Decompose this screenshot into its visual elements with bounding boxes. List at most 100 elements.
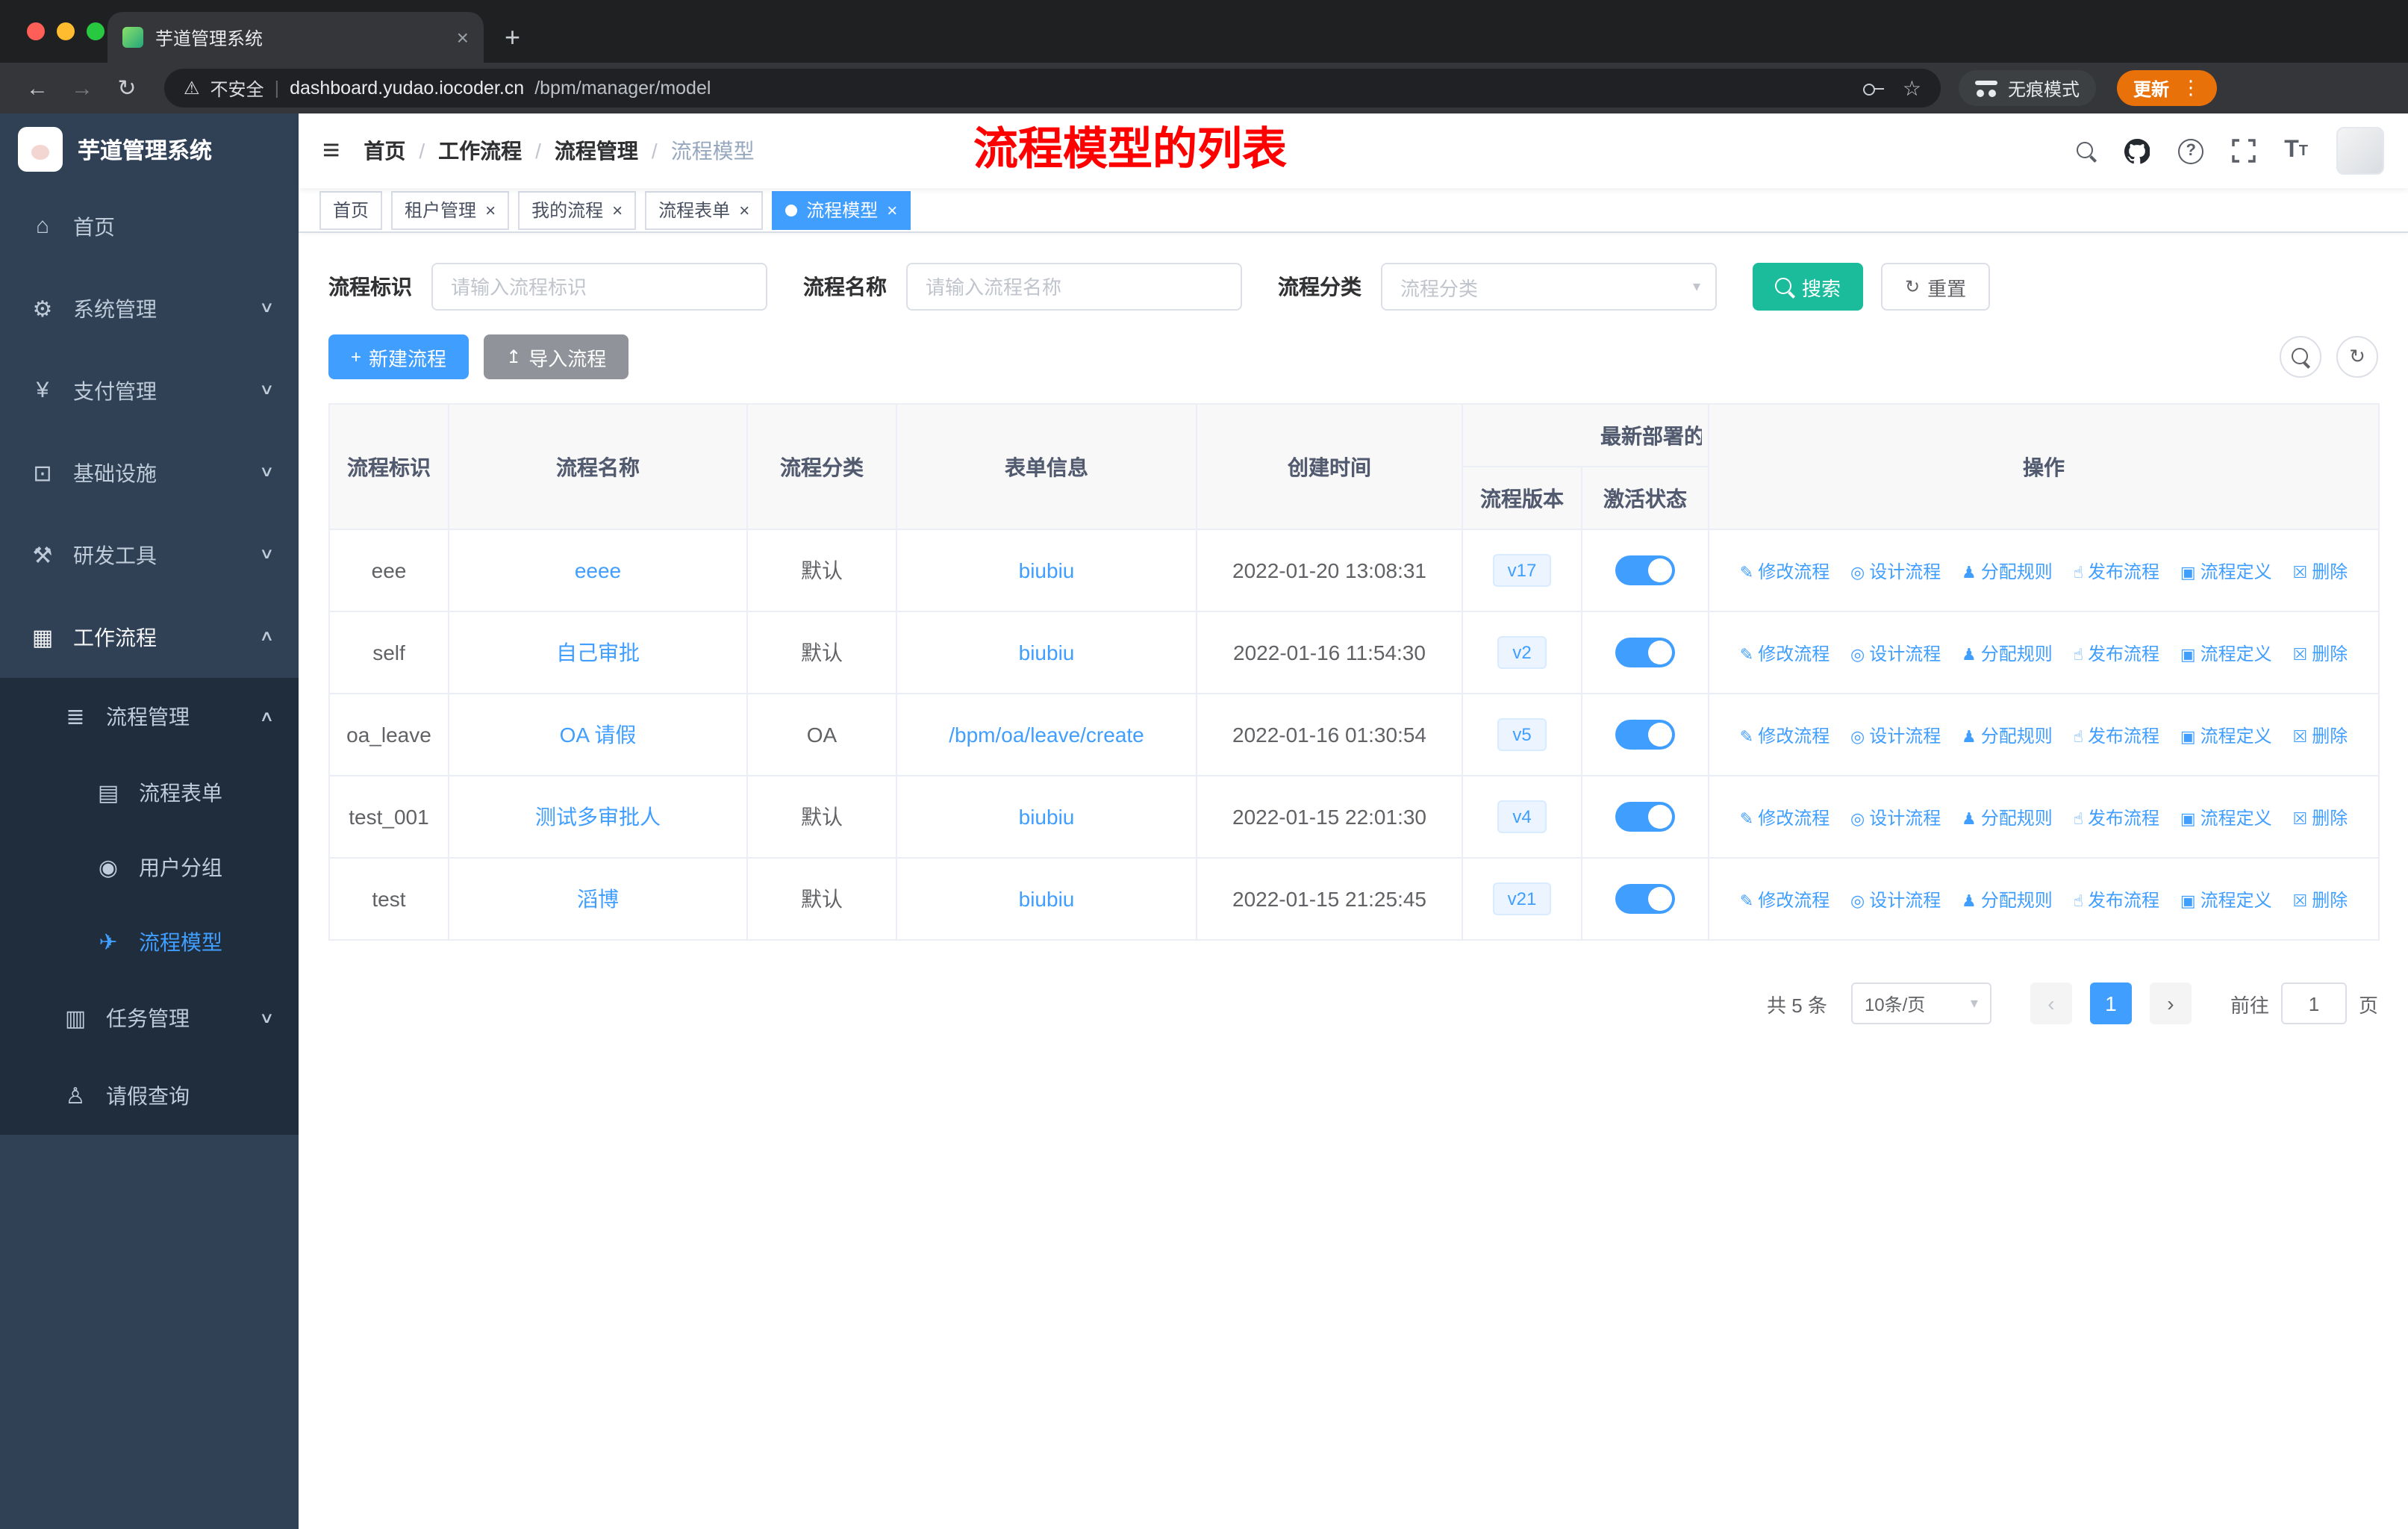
tab-close-icon[interactable]: ×: [457, 27, 469, 48]
status-toggle[interactable]: [1615, 555, 1675, 585]
sidebar-collapse-icon[interactable]: ≡: [322, 134, 340, 168]
import-process-button[interactable]: ↥ 导入流程: [484, 334, 629, 379]
sidebar-item-process-manage[interactable]: ≣ 流程管理 ∧: [0, 678, 299, 756]
address-bar[interactable]: ⚠ 不安全 | dashboard.yudao.iocoder.cn/bpm/m…: [164, 69, 1941, 108]
delete-action[interactable]: ☒ 删除: [2292, 807, 2348, 828]
status-toggle[interactable]: [1615, 638, 1675, 667]
close-icon[interactable]: ×: [887, 199, 897, 220]
edit-process-action[interactable]: ✎ 修改流程: [1740, 643, 1830, 664]
browser-menu-icon[interactable]: ⋮: [2181, 76, 2200, 100]
delete-action[interactable]: ☒ 删除: [2292, 889, 2348, 910]
user-avatar[interactable]: [2336, 127, 2384, 175]
publish-process-action[interactable]: ☝ 发布流程: [2074, 561, 2159, 582]
page-1-button[interactable]: 1: [2089, 983, 2132, 1024]
sidebar-item-process-form[interactable]: ▤ 流程表单: [0, 756, 299, 830]
password-key-icon[interactable]: [1863, 78, 1885, 99]
sidebar-item-home[interactable]: ⌂ 首页: [0, 185, 299, 267]
assign-rule-action[interactable]: ♟ 分配规则: [1962, 807, 2053, 828]
reload-button[interactable]: ↻: [107, 75, 146, 102]
publish-process-action[interactable]: ☝ 发布流程: [2074, 725, 2159, 746]
design-process-action[interactable]: ◎ 设计流程: [1850, 725, 1941, 746]
status-toggle[interactable]: [1615, 802, 1675, 832]
process-definition-action[interactable]: ▣ 流程定义: [2180, 561, 2272, 582]
breadcrumb-workflow[interactable]: 工作流程: [438, 136, 522, 166]
new-tab-button[interactable]: +: [505, 24, 520, 51]
breadcrumb-process-manage[interactable]: 流程管理: [555, 136, 638, 166]
category-select[interactable]: 流程分类 ▾: [1381, 263, 1717, 311]
sidebar-item-payment[interactable]: ¥ 支付管理 ∨: [0, 349, 299, 432]
refresh-table-button[interactable]: ↻: [2336, 336, 2378, 378]
sidebar-logo[interactable]: 芋道管理系统: [0, 113, 299, 185]
window-close-button[interactable]: [27, 22, 45, 40]
process-definition-action[interactable]: ▣ 流程定义: [2180, 807, 2272, 828]
assign-rule-action[interactable]: ♟ 分配规则: [1962, 643, 2053, 664]
sidebar-item-infrastructure[interactable]: ⊡ 基础设施 ∨: [0, 432, 299, 514]
tag-process-model[interactable]: 流程模型 ×: [772, 190, 911, 229]
publish-process-action[interactable]: ☝ 发布流程: [2074, 889, 2159, 910]
design-process-action[interactable]: ◎ 设计流程: [1850, 807, 1941, 828]
delete-action[interactable]: ☒ 删除: [2292, 725, 2348, 746]
delete-action[interactable]: ☒ 删除: [2292, 643, 2348, 664]
tag-tenant-manage[interactable]: 租户管理 ×: [391, 190, 510, 229]
fullscreen-icon[interactable]: [2232, 139, 2256, 163]
github-icon[interactable]: [2124, 138, 2150, 164]
sidebar-item-user-group[interactable]: ◉ 用户分组: [0, 830, 299, 905]
tag-process-form[interactable]: 流程表单 ×: [645, 190, 764, 229]
sidebar-item-task-manage[interactable]: ▥ 任务管理 ∨: [0, 980, 299, 1057]
form-link[interactable]: biubiu: [1019, 641, 1075, 664]
process-definition-action[interactable]: ▣ 流程定义: [2180, 643, 2272, 664]
font-size-icon[interactable]: TT: [2284, 137, 2308, 164]
edit-process-action[interactable]: ✎ 修改流程: [1740, 561, 1830, 582]
form-link[interactable]: biubiu: [1019, 558, 1075, 582]
browser-update-button[interactable]: 更新 ⋮: [2117, 70, 2218, 106]
tag-my-process[interactable]: 我的流程 ×: [518, 190, 637, 229]
close-icon[interactable]: ×: [612, 199, 623, 220]
edit-process-action[interactable]: ✎ 修改流程: [1740, 807, 1830, 828]
breadcrumb-home[interactable]: 首页: [364, 136, 405, 166]
prev-page-button[interactable]: ‹: [2030, 983, 2072, 1024]
status-toggle[interactable]: [1615, 884, 1675, 914]
show-search-button[interactable]: [2280, 336, 2321, 378]
process-id-input[interactable]: [431, 263, 767, 311]
delete-action[interactable]: ☒ 删除: [2292, 561, 2348, 582]
page-size-select[interactable]: 10条/页 ▾: [1850, 983, 1991, 1024]
help-icon[interactable]: ?: [2178, 138, 2204, 164]
process-definition-action[interactable]: ▣ 流程定义: [2180, 725, 2272, 746]
search-icon[interactable]: [2077, 141, 2096, 161]
model-name-link[interactable]: eeee: [575, 558, 621, 582]
form-link[interactable]: biubiu: [1019, 805, 1075, 829]
sidebar-item-system[interactable]: ⚙ 系统管理 ∨: [0, 267, 299, 349]
assign-rule-action[interactable]: ♟ 分配规则: [1962, 725, 2053, 746]
edit-process-action[interactable]: ✎ 修改流程: [1740, 725, 1830, 746]
create-process-button[interactable]: + 新建流程: [328, 334, 470, 379]
publish-process-action[interactable]: ☝ 发布流程: [2074, 807, 2159, 828]
model-name-link[interactable]: 自己审批: [556, 641, 640, 664]
sidebar-item-process-model[interactable]: ✈ 流程模型: [0, 905, 299, 980]
model-name-link[interactable]: 滔博: [577, 887, 619, 911]
assign-rule-action[interactable]: ♟ 分配规则: [1962, 889, 2053, 910]
process-definition-action[interactable]: ▣ 流程定义: [2180, 889, 2272, 910]
edit-process-action[interactable]: ✎ 修改流程: [1740, 889, 1830, 910]
form-link[interactable]: /bpm/oa/leave/create: [949, 723, 1144, 747]
model-name-link[interactable]: 测试多审批人: [535, 805, 661, 829]
status-toggle[interactable]: [1615, 720, 1675, 750]
window-minimize-button[interactable]: [57, 22, 75, 40]
tag-home[interactable]: 首页: [319, 190, 383, 229]
design-process-action[interactable]: ◎ 设计流程: [1850, 643, 1941, 664]
close-icon[interactable]: ×: [485, 199, 496, 220]
next-page-button[interactable]: ›: [2149, 983, 2192, 1024]
design-process-action[interactable]: ◎ 设计流程: [1850, 889, 1941, 910]
browser-tab[interactable]: 芋道管理系统 ×: [107, 12, 484, 63]
publish-process-action[interactable]: ☝ 发布流程: [2074, 643, 2159, 664]
model-name-link[interactable]: OA 请假: [560, 723, 637, 747]
assign-rule-action[interactable]: ♟ 分配规则: [1962, 561, 2053, 582]
sidebar-item-leave-query[interactable]: ♙ 请假查询: [0, 1057, 299, 1135]
goto-page-input[interactable]: [2280, 983, 2347, 1024]
sidebar-item-workflow[interactable]: ▦ 工作流程 ∧: [0, 596, 299, 678]
process-name-input[interactable]: [906, 263, 1242, 311]
back-button[interactable]: ←: [18, 75, 57, 101]
form-link[interactable]: biubiu: [1019, 887, 1075, 911]
reset-button[interactable]: ↻ 重置: [1881, 263, 1991, 311]
bookmark-star-icon[interactable]: ☆: [1903, 75, 1921, 101]
close-icon[interactable]: ×: [739, 199, 749, 220]
